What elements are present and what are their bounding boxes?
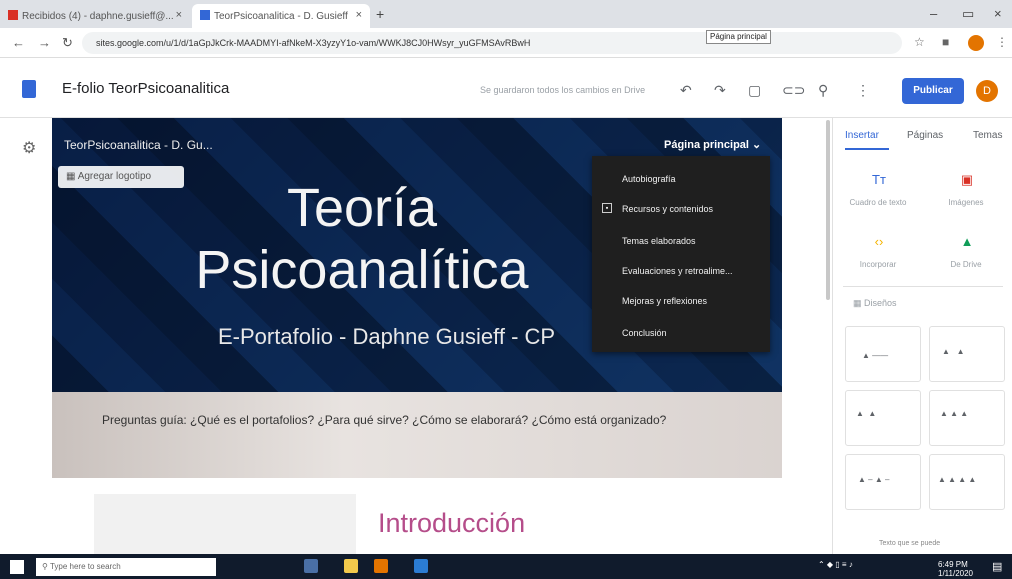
search-icon: ⚲ xyxy=(42,562,50,571)
share-icon[interactable]: ⚲ xyxy=(818,82,828,99)
expand-icon[interactable]: ▪ xyxy=(602,203,612,213)
sites-toolbar: E-folio TeorPsicoanalitica Se guardaron … xyxy=(0,58,1012,118)
layout-option-5[interactable]: ▲ – ▲ – xyxy=(845,454,921,510)
active-tab-indicator xyxy=(845,148,889,150)
guide-questions[interactable]: Preguntas guía: ¿Qué es el portafolios? … xyxy=(102,412,682,429)
forward-icon[interactable]: → xyxy=(38,35,51,50)
site-name[interactable]: TeorPsicoanalitica - D. Gu... xyxy=(64,138,213,152)
redo-icon[interactable]: ↷ xyxy=(714,82,726,99)
layout-option-6[interactable]: ▲ ▲ ▲ ▲ xyxy=(929,454,1005,510)
app-icon[interactable] xyxy=(414,559,428,573)
document-title[interactable]: E-folio TeorPsicoanalitica xyxy=(62,80,229,97)
chevron-down-icon: ⌄ xyxy=(752,139,762,151)
section-title[interactable]: Introducción xyxy=(378,508,525,539)
textbox-hint[interactable]: Texto que se puede xyxy=(879,540,940,547)
text-box-icon[interactable]: Tт xyxy=(849,172,909,187)
task-view-icon[interactable] xyxy=(304,559,318,573)
new-tab-button[interactable]: + xyxy=(376,6,384,22)
drive-icon[interactable]: ▲ xyxy=(937,234,997,249)
windows-taskbar: ⚲ Type here to search ⌃ ◆ ▯ ≡ ♪ 6:49 PM 1… xyxy=(0,554,1012,579)
menu-icon[interactable]: ⋮ xyxy=(996,35,1008,49)
close-tab-icon[interactable]: × xyxy=(356,9,362,21)
extension-icon[interactable]: ■ xyxy=(942,35,949,49)
reload-icon[interactable]: ↻ xyxy=(62,35,73,51)
undo-icon[interactable]: ↶ xyxy=(680,82,692,99)
preview-icon[interactable]: ▢ xyxy=(748,82,761,99)
minimize-icon[interactable]: – xyxy=(930,6,937,21)
tab-sites[interactable]: TeorPsicoanalitica - D. Gusieff × xyxy=(192,4,370,28)
save-status: Se guardaron todos los cambios en Drive xyxy=(480,85,646,95)
link-icon[interactable]: ⊂⊃ xyxy=(782,82,805,99)
tray-icons[interactable]: ⌃ ◆ ▯ ≡ ♪ xyxy=(818,560,853,569)
header-banner[interactable]: TeorPsicoanalitica - D. Gu... Página pri… xyxy=(52,118,782,392)
site-canvas: TeorPsicoanalitica - D. Gu... Página pri… xyxy=(52,118,782,554)
browser-tab-bar: Recibidos (4) - daphne.gusieff@... × Teor… xyxy=(0,0,1012,28)
layouts-header[interactable]: ▦ Diseños xyxy=(853,298,897,309)
settings-gear-icon[interactable]: ⚙ xyxy=(22,138,36,158)
panel-divider xyxy=(843,286,1003,287)
layouts-icon: ▦ xyxy=(853,298,865,308)
back-icon[interactable]: ← xyxy=(12,35,25,50)
page-tooltip: Página principal xyxy=(706,30,771,44)
taskbar-search-input[interactable]: ⚲ Type here to search xyxy=(36,558,216,576)
image-placeholder[interactable] xyxy=(94,494,356,554)
menu-item-conclusion[interactable]: Conclusión xyxy=(622,328,667,338)
menu-item-mejoras[interactable]: Mejoras y reflexiones xyxy=(622,296,707,306)
page-menu-button[interactable]: Página principal ⌄ xyxy=(664,138,761,151)
menu-item-recursos[interactable]: Recursos y contenidos xyxy=(622,204,713,214)
insert-panel: Insertar Páginas Temas Tт Cuadro de text… xyxy=(832,118,1012,554)
account-avatar[interactable]: D xyxy=(976,80,998,102)
profile-avatar-icon[interactable] xyxy=(968,35,984,51)
notifications-icon[interactable]: ▤ xyxy=(992,560,1002,573)
title-line-1[interactable]: Teoría xyxy=(52,178,672,238)
tab-paginas[interactable]: Páginas xyxy=(907,130,943,141)
tab-label: Recibidos (4) - daphne.gusieff@... xyxy=(22,11,174,22)
star-icon[interactable]: ☆ xyxy=(914,35,925,49)
sites-icon xyxy=(200,10,210,20)
tab-label: TeorPsicoanalitica - D. Gusieff xyxy=(214,11,348,22)
windows-start-icon[interactable] xyxy=(10,560,24,574)
page-dropdown-menu: Autobiografía ▪ Recursos y contenidos Te… xyxy=(592,156,770,352)
question-section[interactable]: Preguntas guía: ¿Qué es el portafolios? … xyxy=(52,392,782,478)
file-explorer-icon[interactable] xyxy=(344,559,358,573)
clock[interactable]: 6:49 PM 1/11/2020 xyxy=(938,560,973,578)
tab-insertar[interactable]: Insertar xyxy=(845,130,879,141)
insert-drive-label[interactable]: De Drive xyxy=(931,260,1001,269)
maximize-icon[interactable]: ▭ xyxy=(962,6,974,22)
images-icon[interactable]: ▣ xyxy=(937,172,997,188)
more-options-icon[interactable]: ⋮ xyxy=(856,82,870,99)
layout-option-3[interactable]: ▲ ▲ xyxy=(845,390,921,446)
tab-temas[interactable]: Temas xyxy=(973,130,1002,141)
url-field[interactable]: sites.google.com/u/1/d/1aGpJkCrk-MAADMYI… xyxy=(82,32,902,54)
insert-embed-label[interactable]: Incorporar xyxy=(843,260,913,269)
menu-item-autobiografia[interactable]: Autobiografía xyxy=(622,174,676,184)
tab-gmail[interactable]: Recibidos (4) - daphne.gusieff@... × xyxy=(0,4,190,28)
menu-item-evaluaciones[interactable]: Evaluaciones y retroalime... xyxy=(622,266,733,276)
title-line-2[interactable]: Psicoanalítica xyxy=(52,240,672,300)
gmail-icon xyxy=(8,10,18,20)
layout-option-2[interactable]: ▲ ▲ xyxy=(929,326,1005,382)
canvas-scrollbar[interactable] xyxy=(826,120,830,300)
layout-option-4[interactable]: ▲ ▲ ▲ xyxy=(929,390,1005,446)
insert-text-box-label[interactable]: Cuadro de texto xyxy=(843,198,913,207)
address-bar-row: ← → ↻ sites.google.com/u/1/d/1aGpJkCrk-M… xyxy=(0,28,1012,58)
publish-button[interactable]: Publicar xyxy=(902,78,964,104)
close-tab-icon[interactable]: × xyxy=(176,9,182,21)
sites-logo-icon[interactable] xyxy=(22,80,36,98)
subtitle[interactable]: E-Portafolio - Daphne Gusieff - CP xyxy=(218,324,555,350)
window-close-icon[interactable]: × xyxy=(994,6,1002,21)
layout-option-1[interactable]: ▲ —— xyxy=(845,326,921,382)
embed-icon[interactable]: ‹› xyxy=(849,234,909,249)
menu-item-temas[interactable]: Temas elaborados xyxy=(622,236,696,246)
insert-images-label[interactable]: Imágenes xyxy=(931,198,1001,207)
chrome-icon[interactable] xyxy=(374,559,388,573)
